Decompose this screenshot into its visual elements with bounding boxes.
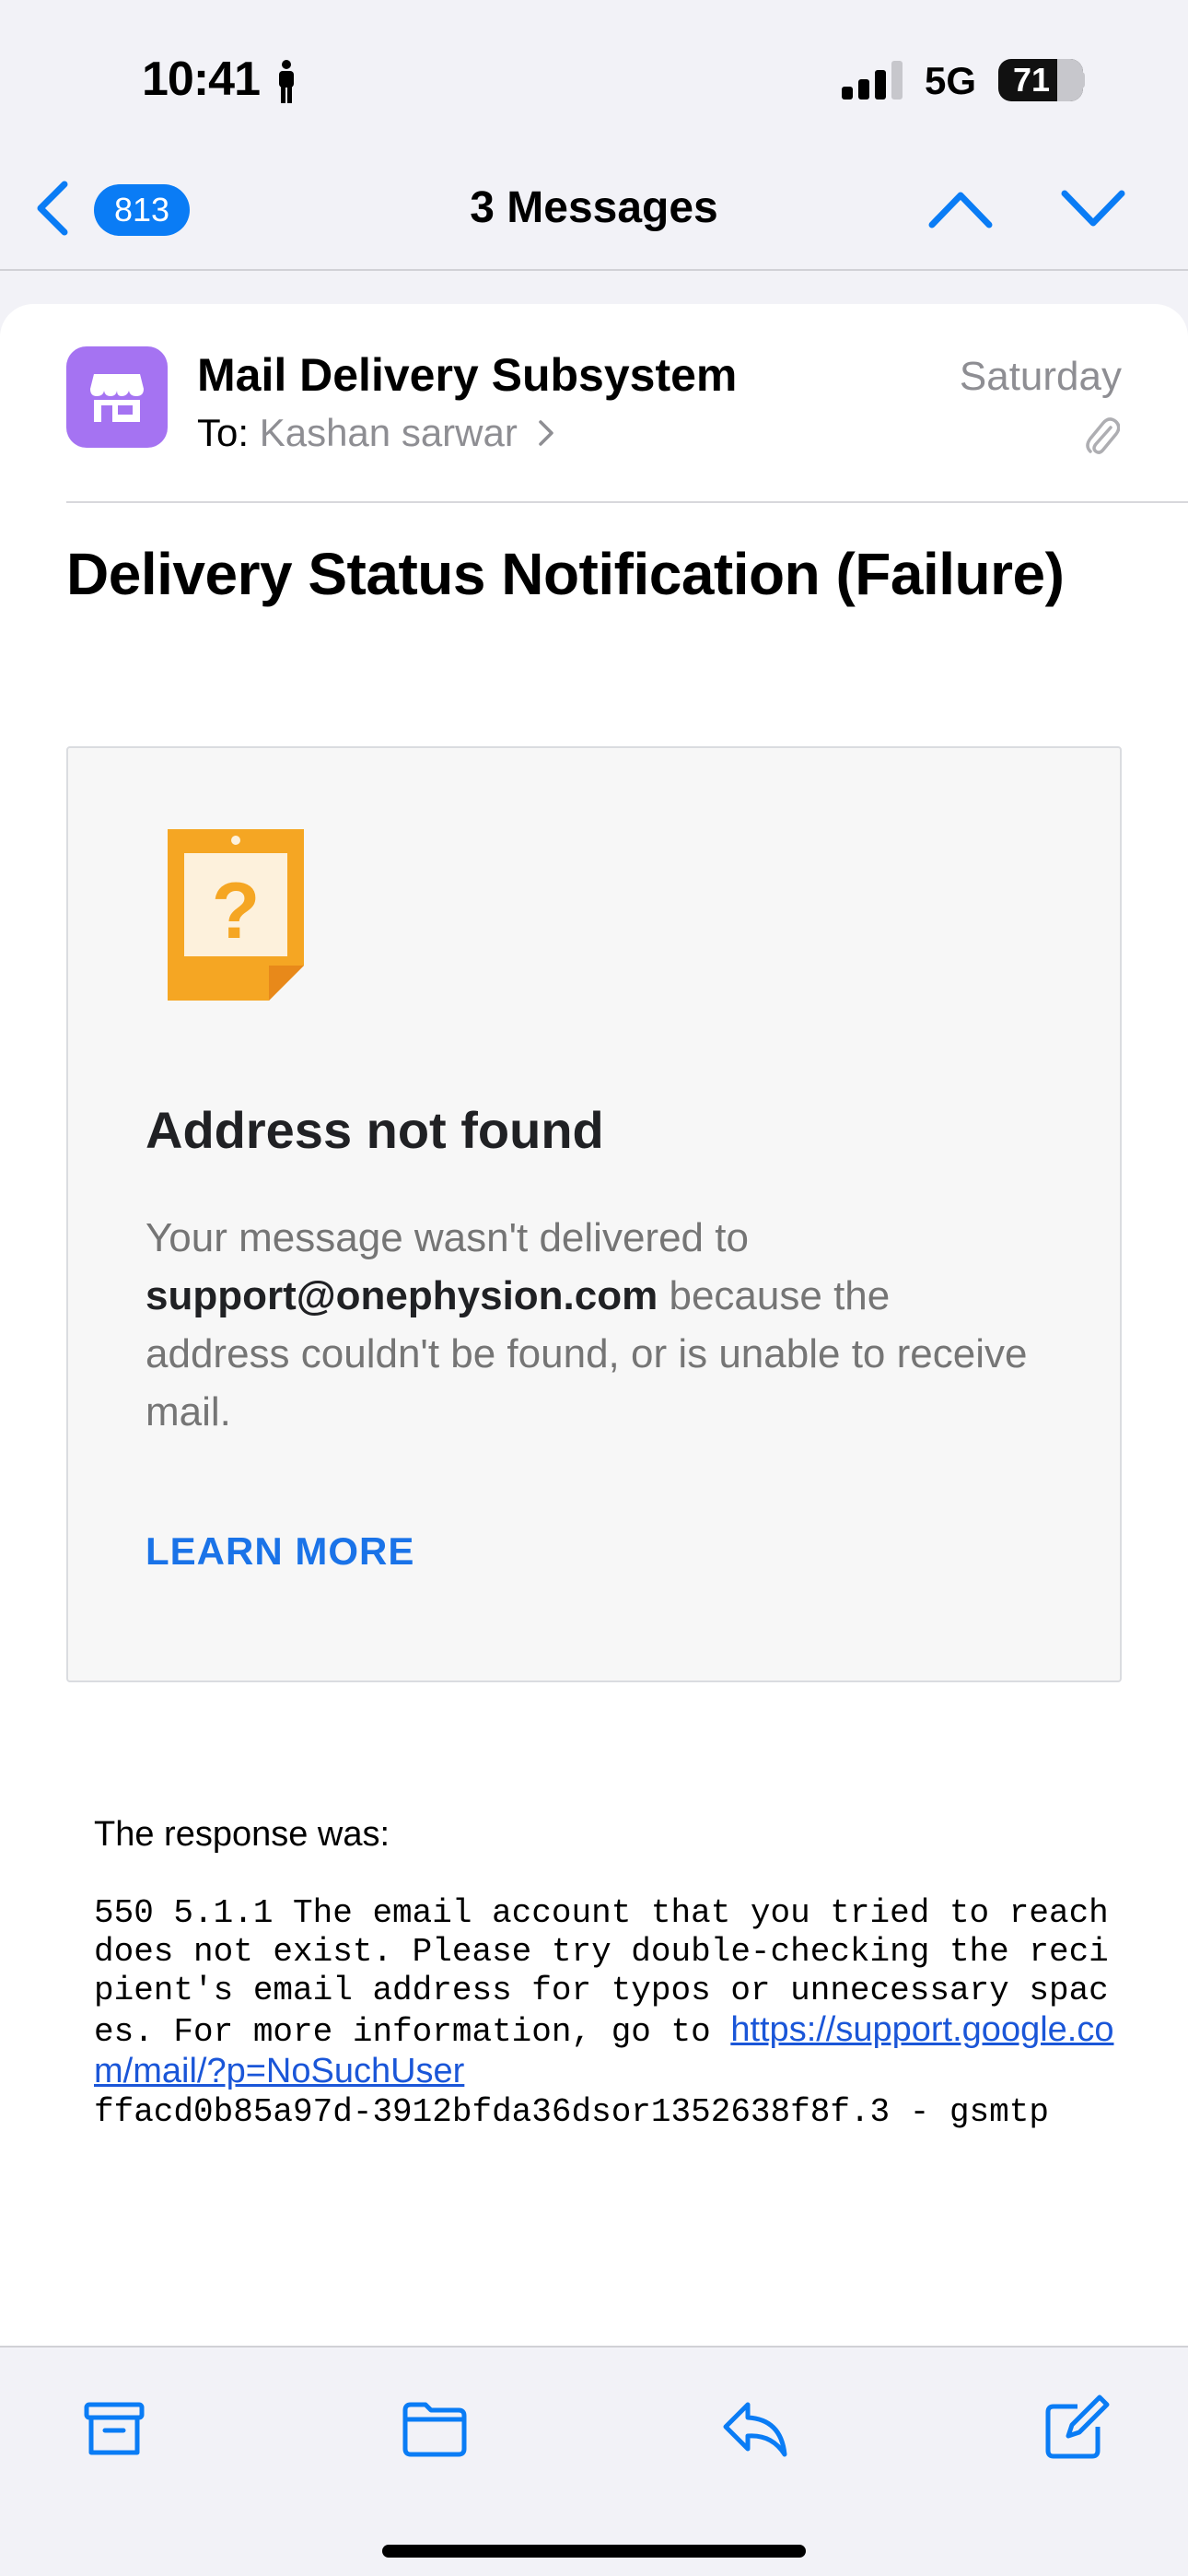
status-bar: 10:41 5G 71 — [0, 0, 1188, 147]
svg-text:?: ? — [212, 867, 261, 955]
failed-address: support@onephysion.com — [146, 1273, 658, 1318]
message-subject: Delivery Status Notification (Failure) — [66, 541, 1065, 607]
battery-level: 71 — [1012, 61, 1051, 99]
status-time: 10:41 — [142, 53, 261, 106]
response-body: 550 5.1.1 The email account that you tri… — [94, 1894, 1125, 2132]
message-card: Mail Delivery Subsystem To: Kashan sarwa… — [0, 304, 1188, 2346]
notice-body-prefix: Your message wasn't delivered to — [146, 1215, 749, 1260]
next-message-chevron-down-icon[interactable] — [1059, 184, 1127, 232]
sender-avatar — [66, 346, 168, 448]
to-label: To: — [197, 411, 250, 454]
storefront-icon — [90, 374, 144, 422]
archive-icon[interactable] — [79, 2394, 149, 2464]
header-divider — [66, 501, 1188, 503]
recipient-line: To: Kashan sarwar — [197, 411, 556, 455]
learn-more-link[interactable]: LEARN MORE — [146, 1529, 414, 1574]
recipient-name[interactable]: Kashan sarwar — [260, 411, 518, 454]
response-trailer: ffacd0b85a97d-3912bfda36dsor1352638f8f.3… — [94, 2093, 1049, 2131]
mail-message-screen: 10:41 5G 71 813 3 Messages Mail Delivery… — [0, 0, 1188, 2576]
home-indicator — [382, 2545, 806, 2558]
notice-body: Your message wasn't delivered to support… — [146, 1209, 1030, 1441]
sender-name: Mail Delivery Subsystem — [197, 349, 738, 401]
nav-title: 3 Messages — [470, 183, 718, 232]
reply-icon[interactable] — [720, 2394, 790, 2464]
question-note-icon: ? — [168, 829, 304, 1001]
previous-message-chevron-up-icon[interactable] — [926, 184, 995, 232]
delivery-failure-notice: ? Address not found Your message wasn't … — [66, 746, 1122, 1682]
chevron-right-icon[interactable] — [536, 418, 556, 448]
message-date: Saturday — [959, 354, 1122, 399]
network-type: 5G — [925, 59, 977, 102]
person-icon — [279, 60, 294, 103]
navigation-bar: 813 3 Messages — [0, 147, 1188, 271]
bottom-toolbar — [0, 2346, 1188, 2576]
notice-heading: Address not found — [146, 1101, 604, 1159]
folder-icon[interactable] — [400, 2394, 470, 2464]
battery-icon: 71 — [998, 59, 1083, 101]
compose-icon[interactable] — [1041, 2394, 1111, 2464]
battery-tip — [1077, 72, 1085, 88]
cellular-signal-icon — [842, 61, 903, 100]
response-label: The response was: — [94, 1815, 390, 1854]
paperclip-icon — [1086, 417, 1120, 454]
